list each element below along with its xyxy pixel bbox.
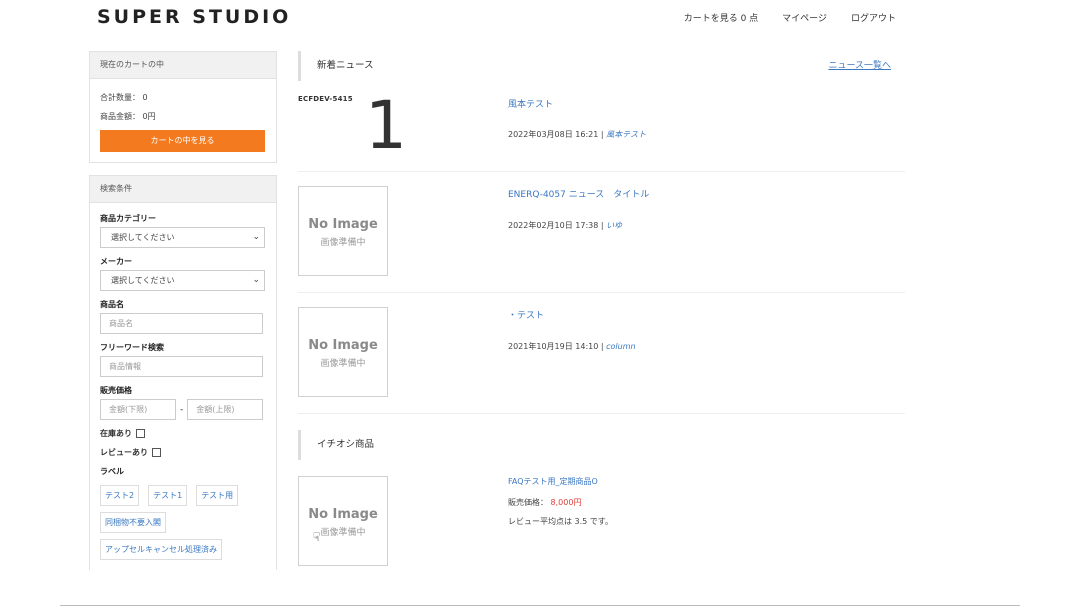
no-image-thumbnail[interactable]: No Image 画像準備中 — [298, 307, 388, 397]
view-cart-link[interactable]: カートを見る 0 点 — [684, 11, 758, 24]
tag-item[interactable]: テスト2 — [100, 485, 140, 506]
news-category-link[interactable]: いゆ — [606, 221, 622, 230]
label-tags: テスト2 テスト1 テスト用 同梱物不要入閣 アップセルキャンセル処理済み — [100, 485, 266, 560]
view-cart-button[interactable]: カートの中を見る — [100, 130, 265, 152]
featured-section-title: イチオシ商品 — [317, 439, 375, 450]
search-box-title: 検索条件 — [90, 176, 276, 203]
no-image-text: No Image — [308, 217, 378, 232]
hand-cursor-icon: ☟ — [313, 530, 321, 544]
news-item: No Image 画像準備中 ENERQ-4057 ニュース タイトル 2022… — [298, 172, 905, 293]
news-title[interactable]: 風本テスト — [508, 97, 553, 110]
news-category-link[interactable]: column — [606, 342, 635, 351]
price-label: 販売価格 — [100, 386, 132, 395]
bottom-divider — [60, 605, 1020, 606]
in-stock-filter: 在庫あり — [100, 428, 266, 439]
cart-box: 現在のカートの中 合計数量： 0 商品金額： 0円 カートの中を見る — [89, 51, 277, 163]
news-item: No Image 画像準備中 ・テスト 2021年10月19日 14:10 | … — [298, 293, 905, 414]
tag-item[interactable]: アップセルキャンセル処理済み — [100, 539, 222, 560]
in-stock-checkbox[interactable] — [136, 429, 145, 438]
no-image-subtext: 画像準備中 — [320, 359, 366, 369]
search-box: 検索条件 商品カテゴリー 選択してください ⌄ メーカー 選択してください ⌄ … — [89, 175, 277, 570]
tag-item[interactable]: テスト1 — [148, 485, 188, 506]
sidebar: 現在のカートの中 合計数量： 0 商品金額： 0円 カートの中を見る 検索条件 … — [89, 51, 277, 582]
news-title[interactable]: ・テスト — [508, 308, 544, 321]
no-image-text: No Image — [308, 338, 378, 353]
news-category-link[interactable]: 風本テスト — [606, 130, 646, 139]
cart-qty: 合計数量： 0 — [100, 93, 148, 102]
product-name-label: 商品名 — [100, 300, 124, 309]
featured-section-header: イチオシ商品 — [298, 430, 905, 460]
product-price-label: 販売価格： — [508, 498, 548, 507]
cart-box-title: 現在のカートの中 — [90, 52, 276, 79]
chevron-down-icon: ⌄ — [252, 275, 260, 285]
product-price-value: 8,000円 — [550, 498, 582, 507]
freeword-label: フリーワード検索 — [100, 343, 164, 352]
maker-select[interactable]: 選択してください ⌄ — [100, 270, 265, 291]
cart-amount: 商品金額： 0円 — [100, 112, 156, 121]
category-select[interactable]: 選択してください ⌄ — [100, 227, 265, 248]
product-review: レビュー平均点は 3.5 です。 — [508, 517, 614, 526]
news-thumb-label: ECFDEV-5415 — [298, 95, 353, 103]
in-stock-label: 在庫あり — [100, 429, 132, 438]
freeword-input[interactable]: 商品情報 — [100, 356, 263, 377]
news-thumb-number: 1 — [365, 87, 407, 164]
main-content: 新着ニュース ニュース一覧へ ECFDEV-5415 1 風本テスト 2022年… — [298, 51, 905, 586]
product-item: No Image 画像準備中 ☟ FAQテスト用_定期商品O 販売価格： 8,0… — [298, 476, 905, 586]
news-title[interactable]: ENERQ-4057 ニュース タイトル — [508, 187, 649, 200]
no-image-text: No Image — [308, 507, 378, 522]
no-image-thumbnail[interactable]: No Image 画像準備中 — [298, 186, 388, 276]
label-filter-label: ラベル — [100, 467, 124, 476]
tag-item[interactable]: 同梱物不要入閣 — [100, 512, 166, 533]
review-checkbox[interactable] — [152, 448, 161, 457]
product-name-input[interactable]: 商品名 — [100, 313, 263, 334]
maker-label: メーカー — [100, 257, 132, 266]
news-meta: 2021年10月19日 14:10 | column — [508, 341, 636, 352]
news-meta: 2022年03月08日 16:21 | 風本テスト — [508, 129, 646, 140]
tag-item[interactable]: テスト用 — [196, 485, 239, 506]
product-price: 販売価格： 8,000円 — [508, 497, 581, 508]
logout-link[interactable]: ログアウト — [851, 11, 896, 24]
price-separator: - — [180, 404, 184, 415]
mypage-link[interactable]: マイページ — [782, 11, 827, 24]
review-filter: レビューあり — [100, 447, 266, 458]
maker-select-value: 選択してください — [111, 276, 175, 285]
price-max-input[interactable]: 金額(上限) — [187, 399, 264, 420]
site-logo[interactable]: SUPER STUDIO — [97, 6, 291, 28]
category-select-value: 選択してください — [111, 233, 175, 242]
price-min-input[interactable]: 金額(下限) — [100, 399, 176, 420]
category-label: 商品カテゴリー — [100, 214, 156, 223]
news-meta: 2022年02月10日 17:38 | いゆ — [508, 220, 622, 231]
news-date: 2022年02月10日 17:38 | — [508, 221, 604, 230]
news-item: ECFDEV-5415 1 風本テスト 2022年03月08日 16:21 | … — [298, 51, 905, 172]
product-name-link[interactable]: FAQテスト用_定期商品O — [508, 476, 598, 487]
news-date: 2022年03月08日 16:21 | — [508, 130, 604, 139]
chevron-down-icon: ⌄ — [252, 232, 260, 242]
price-range: 金額(下限) - 金額(上限) — [100, 399, 266, 420]
news-date: 2021年10月19日 14:10 | — [508, 342, 604, 351]
review-label: レビューあり — [100, 448, 148, 457]
top-nav: カートを見る 0 点 マイページ ログアウト — [684, 11, 896, 24]
no-image-subtext: 画像準備中 — [320, 238, 366, 248]
no-image-thumbnail[interactable]: No Image 画像準備中 ☟ — [298, 476, 388, 566]
